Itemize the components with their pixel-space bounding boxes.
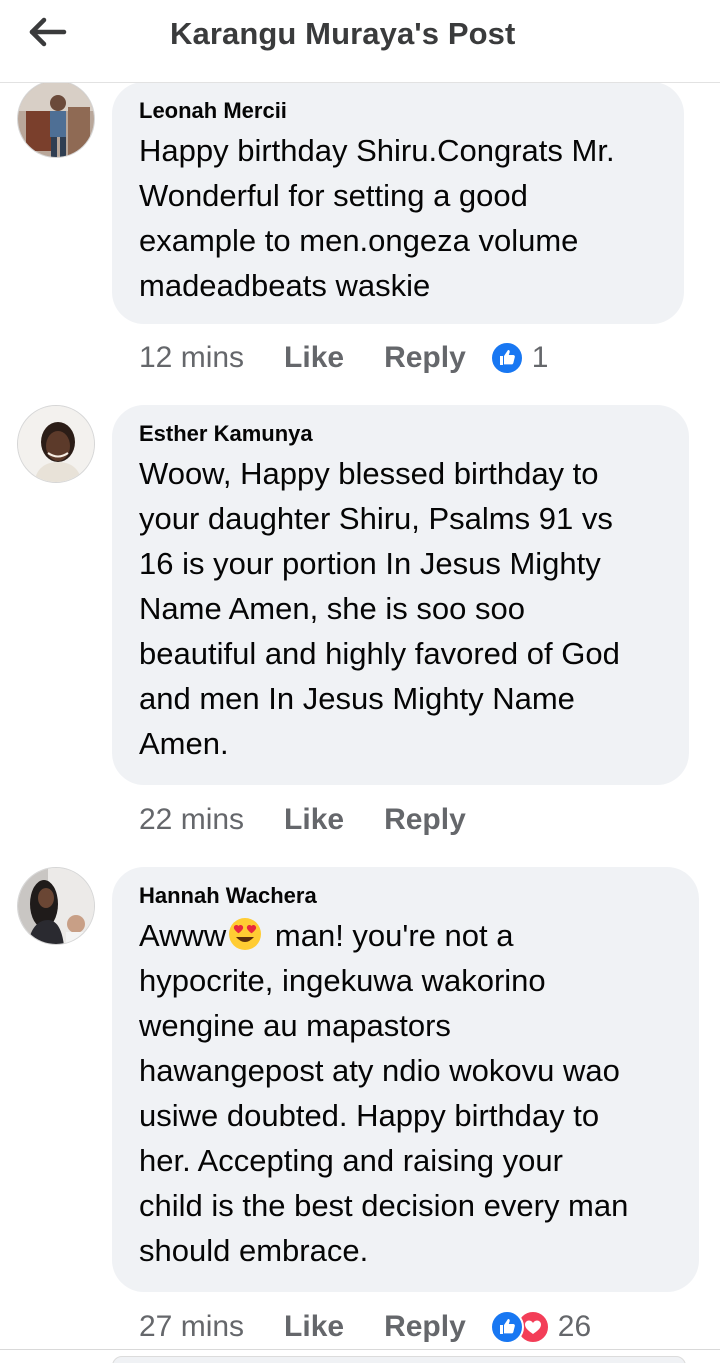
post-comments-screen: Karangu Muraya's Post Leonah Mercii Happ… <box>0 0 720 1363</box>
comment-actions: 12 mins Like Reply 1 <box>139 336 548 380</box>
comment-actions: 27 mins Like Reply 26 <box>139 1305 591 1349</box>
comment-text-part: Awww <box>139 918 227 953</box>
comment-bubble[interactable]: Leonah Mercii Happy birthday Shiru.Congr… <box>112 82 684 324</box>
top-bar: Karangu Muraya's Post <box>0 0 720 83</box>
like-button[interactable]: Like <box>284 803 344 837</box>
next-comment-bubble <box>112 1356 686 1363</box>
comment-actions: 22 mins Like Reply <box>139 798 490 842</box>
heart-eyes-emoji <box>229 918 262 950</box>
comment-bubble[interactable]: Esther Kamunya Woow, Happy blessed birth… <box>112 405 689 785</box>
reaction-count: 26 <box>557 1310 592 1343</box>
divider <box>0 1349 720 1350</box>
comment-author[interactable]: Hannah Wachera <box>139 883 679 909</box>
comment-author[interactable]: Esther Kamunya <box>139 421 669 447</box>
like-icon <box>489 1310 524 1344</box>
reaction-summary[interactable]: 1 <box>489 341 549 375</box>
reply-button[interactable]: Reply <box>384 341 466 375</box>
avatar[interactable] <box>17 80 95 158</box>
like-button[interactable]: Like <box>284 341 344 375</box>
comment-time[interactable]: 12 mins <box>139 341 244 375</box>
reply-button[interactable]: Reply <box>384 803 466 837</box>
comment-author[interactable]: Leonah Mercii <box>139 98 664 124</box>
avatar[interactable] <box>17 867 95 945</box>
arrow-left-icon <box>29 17 67 47</box>
comment-time[interactable]: 22 mins <box>139 803 244 837</box>
reaction-summary[interactable]: 26 <box>489 1310 592 1344</box>
avatar[interactable] <box>17 405 95 483</box>
comment-text: Awww man! you're not a hypocrite, ingeku… <box>139 913 679 1273</box>
comment-bubble[interactable]: Hannah Wachera Awww man! you're not a hy… <box>112 867 699 1292</box>
like-button[interactable]: Like <box>284 1310 344 1344</box>
reply-button[interactable]: Reply <box>384 1310 466 1344</box>
comment-time[interactable]: 27 mins <box>139 1310 244 1344</box>
comment-text-part: man! you're not a hypocrite, ingekuwa wa… <box>139 918 629 1268</box>
comment-text: Woow, Happy blessed birthday to your dau… <box>139 456 620 761</box>
like-icon <box>489 341 524 375</box>
comment-text: Happy birthday Shiru.Congrats Mr. Wonder… <box>139 133 615 303</box>
back-button[interactable] <box>26 12 70 52</box>
page-title: Karangu Muraya's Post <box>170 16 516 51</box>
reaction-count: 1 <box>531 341 549 374</box>
